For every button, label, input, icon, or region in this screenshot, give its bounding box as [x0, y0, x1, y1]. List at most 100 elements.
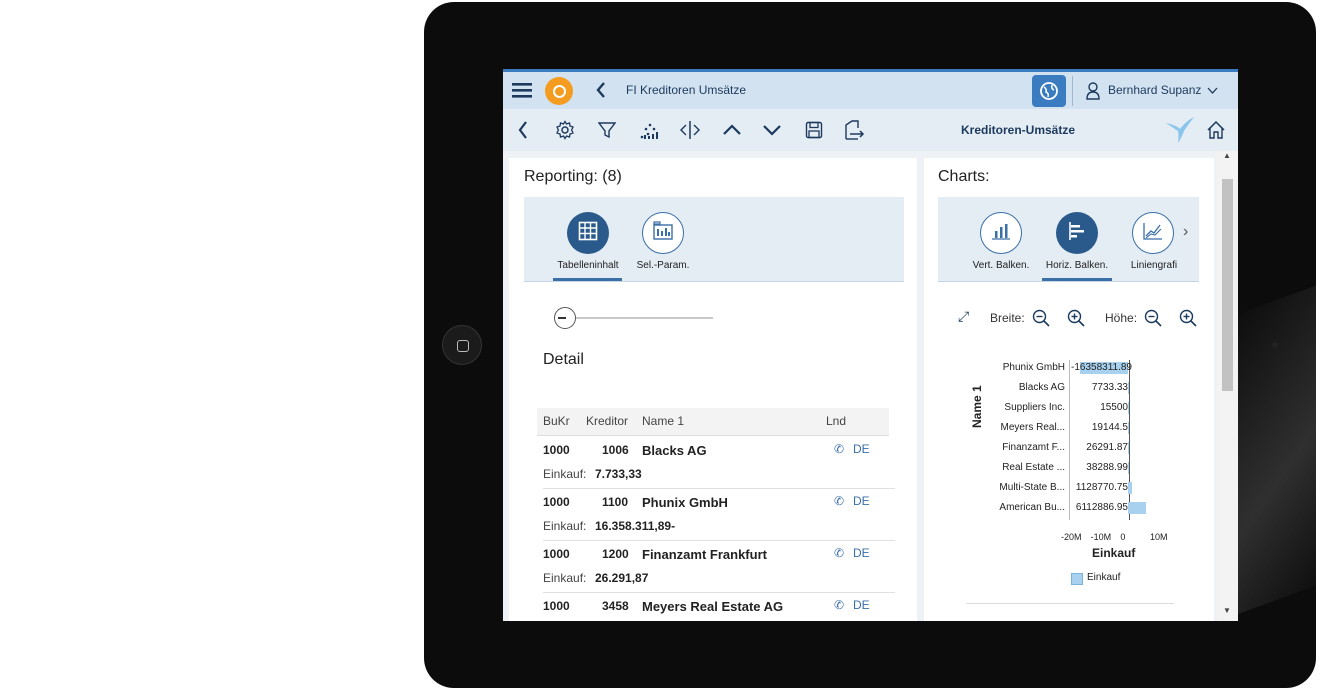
chart-x-tick-label: -10M [1090, 532, 1112, 542]
chart-x-tick-label: -20M [1061, 532, 1082, 542]
cell-bukr: 1000 [543, 443, 570, 457]
einkauf-value: 16.358.311,89- [595, 519, 676, 533]
chart-data-label: 26291.87 [1086, 442, 1128, 453]
save-icon[interactable] [804, 120, 824, 140]
home-icon[interactable] [1205, 119, 1227, 141]
chevron-up-icon[interactable] [721, 121, 743, 139]
tab-tabelleninhalt[interactable] [567, 212, 609, 254]
detail-slider-track[interactable] [555, 317, 713, 319]
chart-bar[interactable] [1128, 442, 1130, 454]
chart-category-label: Phunix GmbH [1002, 362, 1065, 373]
legend-label: Einkauf [1087, 572, 1121, 583]
vertical-scrollbar[interactable]: ▲ ▼ [1217, 151, 1238, 621]
back-chevron-icon[interactable] [593, 80, 609, 100]
filter-icon[interactable] [596, 119, 618, 141]
einkauf-label: Einkauf: [543, 467, 587, 481]
chart-category-label: Finanzamt F... [1002, 442, 1065, 453]
phone-icon[interactable]: ✆ [834, 598, 844, 612]
cell-lnd[interactable]: DE [853, 494, 870, 508]
cell-kreditor: 1200 [602, 547, 629, 561]
reporting-panel: Reporting: (8) Tabelleninhalt Sel.-Param… [509, 158, 917, 621]
cell-lnd[interactable]: DE [853, 598, 870, 612]
scroll-up-arrow-icon[interactable]: ▲ [1223, 151, 1231, 160]
chart-data-label: 6112886.95 [1075, 502, 1128, 513]
scroll-down-arrow-icon[interactable]: ▼ [1223, 606, 1231, 615]
user-icon[interactable] [1085, 81, 1101, 101]
chart-x-tick-label: 0 [1120, 532, 1126, 542]
cell-name: Phunix GmbH [642, 495, 728, 510]
header-bukr: BuKr [543, 414, 570, 428]
einkauf-value: 7.733,33 [595, 467, 642, 481]
scrollbar-thumb[interactable] [1222, 179, 1233, 391]
chart-data-label: 38288.99 [1086, 462, 1128, 473]
chart-bar[interactable] [1128, 462, 1130, 474]
toolbar-title: Kreditoren-Umsätze [961, 123, 1076, 137]
cell-lnd[interactable]: DE [853, 546, 870, 560]
chart-scatter-icon[interactable] [638, 119, 660, 141]
chart-category-label: American Bu... [999, 502, 1065, 513]
toolbar: Kreditoren-Umsätze [503, 109, 1238, 151]
horizontal-bar-chart: Name 1 Einkauf Einkauf Phunix GmbH -16358… [924, 158, 1214, 621]
cell-kreditor: 1100 [602, 495, 629, 509]
phone-icon[interactable]: ✆ [834, 442, 844, 456]
tab-sel-param-label: Sel.-Param. [636, 260, 690, 271]
export-icon[interactable] [843, 119, 867, 141]
cell-name: Finanzamt Frankfurt [642, 547, 767, 562]
tablet-camera [1272, 342, 1278, 348]
einkauf-value: 26.291,87 [595, 571, 649, 585]
chart-bar[interactable] [1128, 502, 1147, 514]
header-lnd: Lnd [826, 414, 847, 428]
einkauf-label: Einkauf: [543, 519, 587, 533]
split-view-icon[interactable] [679, 119, 701, 141]
chart-data-label: 1128770.75 [1075, 482, 1128, 493]
chart-data-label: -16358311.89 [1071, 362, 1132, 373]
chart-bar[interactable] [1128, 482, 1132, 494]
phone-icon[interactable]: ✆ [834, 494, 844, 508]
nav-back-icon[interactable] [515, 119, 531, 141]
chart-category-label: Multi-State B... [999, 482, 1065, 493]
header-kreditor: Kreditor [586, 414, 629, 428]
settings-gear-icon[interactable] [554, 119, 576, 141]
cell-lnd[interactable]: DE [853, 442, 870, 456]
charts-panel: Charts: Vert. Balken. Horiz. Balken. Lin… [924, 158, 1214, 621]
header-name1: Name 1 [642, 414, 685, 428]
cell-name: Meyers Real Estate AG [642, 599, 784, 614]
hummingbird-logo-icon [1163, 113, 1197, 147]
chevron-down-icon[interactable] [761, 121, 783, 139]
cell-bukr: 1000 [543, 547, 570, 561]
chart-bar[interactable] [1128, 422, 1130, 434]
chart-x-tick-label: 10M [1150, 532, 1168, 542]
app-title: FI Kreditoren Umsätze [626, 83, 747, 97]
chart-bar[interactable] [1128, 402, 1130, 414]
phone-icon[interactable]: ✆ [834, 546, 844, 560]
cell-bukr: 1000 [543, 495, 570, 509]
chart-y-axis-label: Name 1 [970, 385, 984, 428]
app-screen: FI Kreditoren Umsätze Bernhard Supanz Kr… [503, 69, 1238, 621]
chart-y-axis-line [1069, 360, 1070, 520]
cell-kreditor: 3458 [602, 599, 629, 613]
reporting-title: Reporting: (8) [524, 168, 622, 185]
cell-kreditor: 1006 [602, 443, 629, 457]
einkauf-label: Einkauf: [543, 571, 587, 585]
detail-slider-handle[interactable] [554, 307, 576, 329]
chart-bar[interactable] [1128, 382, 1130, 394]
user-name[interactable]: Bernhard Supanz [1108, 83, 1201, 97]
table-icon [578, 221, 598, 246]
chart-data-label: 19144.5 [1091, 422, 1128, 433]
reporting-icon-tab-bar: Tabelleninhalt Sel.-Param. [524, 197, 904, 281]
cell-bukr: 1000 [543, 599, 570, 613]
app-logo-icon[interactable] [545, 77, 573, 105]
chart-category-label: Real Estate ... [1002, 462, 1065, 473]
chart-data-label: 15500 [1100, 402, 1128, 413]
chart-data-label: 7733.33 [1091, 382, 1128, 393]
legend-swatch [1071, 573, 1083, 585]
chart-x-axis-label: Einkauf [1092, 546, 1136, 560]
hamburger-menu-icon[interactable] [511, 79, 533, 101]
chart-category-label: Blacks AG [1018, 382, 1065, 393]
selection-parameters-icon [652, 220, 674, 246]
cell-name: Blacks AG [642, 443, 707, 458]
globe-icon[interactable] [1032, 75, 1066, 107]
chart-category-label: Meyers Real... [1000, 422, 1065, 433]
tab-sel-param[interactable] [642, 212, 684, 254]
user-menu-chevron-down-icon[interactable] [1206, 85, 1218, 95]
